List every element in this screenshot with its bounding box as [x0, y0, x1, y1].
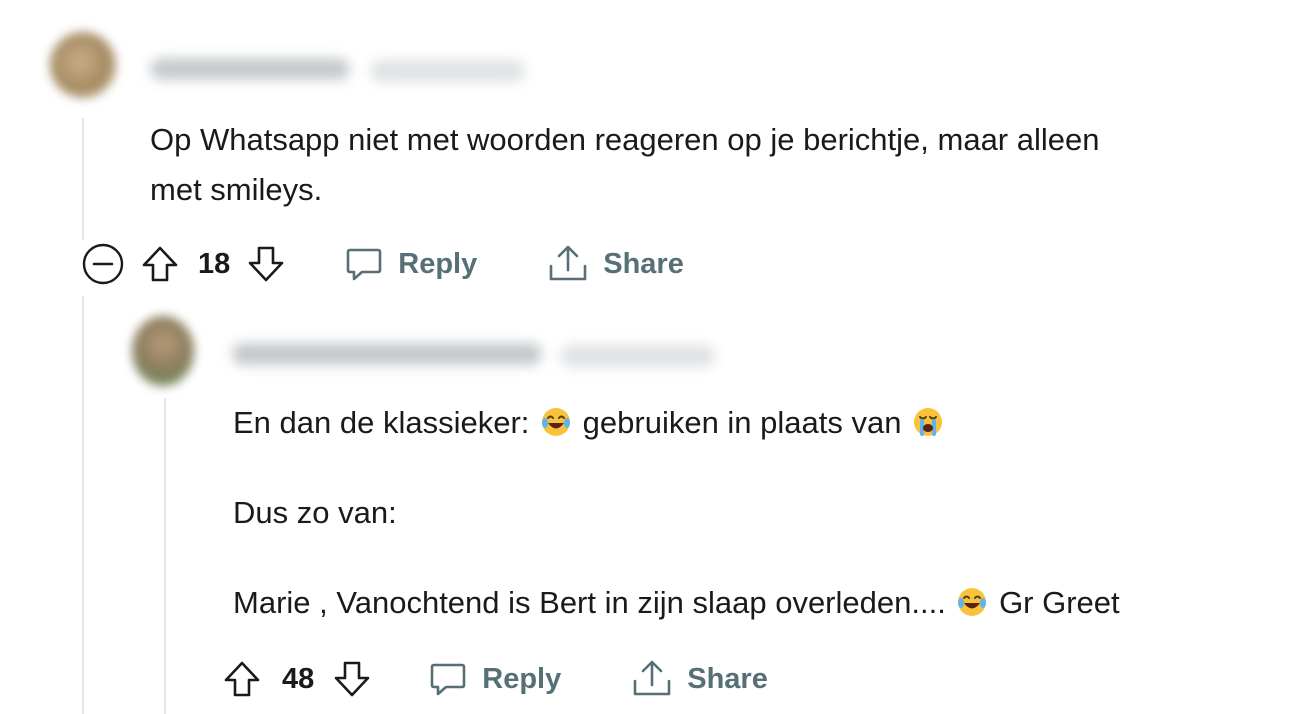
timestamp-blurred [370, 60, 525, 82]
share-button[interactable]: Share [547, 244, 684, 284]
downvote-arrow-down-icon[interactable] [246, 244, 286, 284]
avatar[interactable] [132, 316, 194, 386]
line-text: En dan de klassieker: [233, 405, 530, 440]
child-comment-line: Marie , Vanochtend is Bert in zijn slaap… [233, 580, 1293, 626]
speech-bubble-icon [344, 244, 384, 284]
username-blurred[interactable] [150, 58, 350, 80]
line-text: Marie , Vanochtend is Bert in zijn slaap… [233, 585, 946, 620]
upvote-arrow-up-icon[interactable] [222, 659, 262, 699]
speech-bubble-icon [428, 659, 468, 699]
parent-comment-line: Op Whatsapp niet met woorden reageren op… [150, 122, 1100, 157]
child-comment-line: En dan de klassieker: gebruiken in plaat… [233, 400, 1293, 446]
share-upload-icon [631, 659, 673, 699]
tears-of-joy-emoji-icon [540, 405, 572, 437]
child-comment-line: Dus zo van: [233, 495, 397, 530]
child-comment-body: En dan de klassieker: gebruiken in plaat… [233, 400, 1293, 626]
collapse-minus-icon[interactable] [82, 243, 124, 285]
reply-label: Reply [482, 662, 562, 695]
username-blurred[interactable] [232, 343, 542, 365]
reply-label: Reply [398, 247, 478, 280]
score: 48 [282, 662, 315, 695]
loudly-crying-emoji-icon [912, 405, 944, 437]
parent-thread-line [82, 118, 84, 240]
timestamp-blurred [560, 345, 715, 367]
upvote-arrow-up-icon[interactable] [140, 244, 180, 284]
parent-comment-body: Op Whatsapp niet met woorden reageren op… [150, 115, 1290, 215]
parent-action-row: 18 Reply Share [82, 239, 684, 289]
child-thread-line [164, 398, 166, 714]
line-text: gebruiken in plaats van [582, 405, 902, 440]
share-label: Share [687, 662, 768, 695]
downvote-arrow-down-icon[interactable] [332, 659, 372, 699]
avatar[interactable] [50, 32, 116, 98]
share-upload-icon [547, 244, 589, 284]
reply-button[interactable]: Reply [344, 244, 477, 284]
parent-comment-line: met smileys. [150, 172, 323, 207]
child-action-row: 48 Reply Share [222, 654, 768, 704]
share-button[interactable]: Share [631, 659, 768, 699]
tears-of-joy-emoji-icon [956, 585, 988, 617]
score: 18 [198, 247, 231, 280]
line-text: Gr Greet [999, 585, 1120, 620]
parent-thread-line-lower [82, 296, 84, 714]
share-label: Share [603, 247, 684, 280]
reply-button[interactable]: Reply [428, 659, 561, 699]
